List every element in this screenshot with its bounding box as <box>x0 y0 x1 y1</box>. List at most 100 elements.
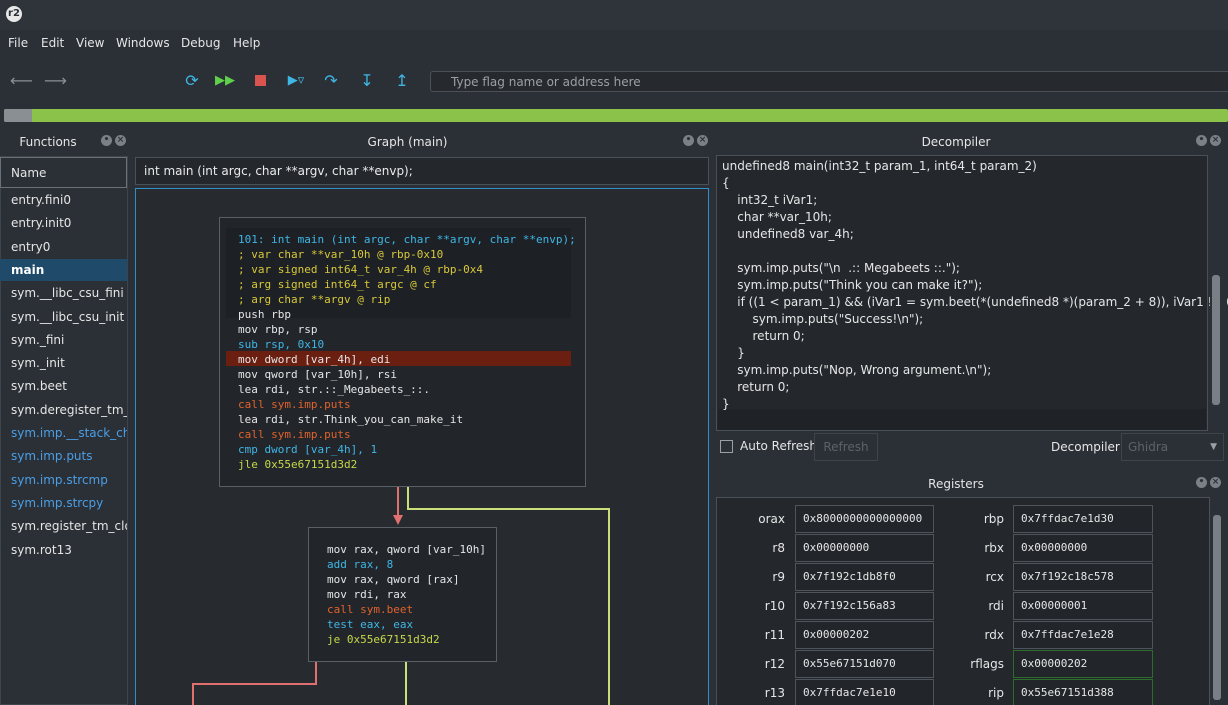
title-bar: r2 <box>0 0 1228 30</box>
function-item[interactable]: sym.beet <box>0 375 127 397</box>
function-item[interactable]: sym.imp.strcmp <box>0 469 127 491</box>
function-item[interactable]: sym.deregister_tm_c <box>0 399 127 421</box>
function-item[interactable]: sym.register_tm_clor <box>0 515 127 537</box>
asm-line: lea rdi, str.::_Megabeets_::. <box>238 383 431 396</box>
function-item[interactable]: sym.imp.puts <box>0 445 127 467</box>
close-icon[interactable]: × <box>1210 477 1221 488</box>
register-value-field[interactable]: 0x7ffdac7e1d30 <box>1013 505 1153 533</box>
flag-search-input[interactable] <box>431 72 1228 91</box>
step-into-icon[interactable]: ↧ <box>356 70 378 92</box>
function-item[interactable]: sym.imp.strcpy <box>0 492 127 514</box>
registers-panel-buttons: • × <box>1193 475 1221 489</box>
registers-panel: orax 0x8000000000000000 rbp 0x7ffdac7e1d30 r… <box>716 497 1210 705</box>
asm-line: ; arg signed int64_t argc @ cf <box>238 278 437 291</box>
decompiled-line: } <box>722 346 745 360</box>
decompiled-line: undefined8 var_4h; <box>722 227 854 241</box>
registers-panel-title: Registers <box>928 477 984 491</box>
menu-debug[interactable]: Debug <box>181 36 220 50</box>
asm-line: call sym.imp.puts <box>238 398 351 411</box>
menu-windows[interactable]: Windows <box>116 36 170 50</box>
decompiled-line: sym.imp.puts("Success!\n"); <box>722 312 924 326</box>
close-icon[interactable]: × <box>697 135 708 146</box>
register-value-field[interactable]: 0x7f192c156a83 <box>795 592 934 620</box>
forward-icon[interactable]: ⟶ <box>44 70 67 92</box>
menu-view[interactable]: View <box>76 36 104 50</box>
register-value-field[interactable]: 0x7f192c18c578 <box>1013 563 1153 591</box>
function-item[interactable]: entry.fini0 <box>0 189 127 211</box>
menu-edit[interactable]: Edit <box>41 36 64 50</box>
asm-line: ; var char **var_10h @ rbp-0x10 <box>238 248 444 261</box>
decompiler-select[interactable]: Ghidra ▼ <box>1121 433 1224 461</box>
function-item[interactable]: sym._init <box>0 352 127 374</box>
register-value-field[interactable]: 0x7ffdac7e1e28 <box>1013 621 1153 649</box>
float-icon[interactable]: • <box>683 135 694 146</box>
function-item[interactable]: sym._fini <box>0 329 127 351</box>
analysis-progress-bar <box>4 109 1228 122</box>
register-name: rflags <box>970 657 1004 671</box>
register-value-field[interactable]: 0x55e67151d070 <box>795 650 934 678</box>
register-value-field[interactable]: 0x00000001 <box>1013 592 1153 620</box>
register-name: rdi <box>988 599 1004 613</box>
continue-until-icon[interactable]: ▶▿ <box>285 70 307 92</box>
graph-block-check[interactable]: mov rax, qword [var_10h] add rax, 8 mov ra… <box>308 527 497 662</box>
graph-panel-buttons: • × <box>680 133 708 147</box>
function-item[interactable]: entry.init0 <box>0 212 127 234</box>
chevron-down-icon: ▼ <box>1210 442 1217 452</box>
asm-line: jle 0x55e67151d3d2 <box>238 458 358 471</box>
function-item[interactable]: sym.imp.__stack_chk <box>0 422 127 444</box>
graph-block-entry[interactable]: 101: int main (int argc, char **argv, ch… <box>219 217 586 487</box>
decompiled-line: sym.imp.puts("\n .:: Megabeets ::."); <box>722 261 960 275</box>
function-item[interactable]: main <box>0 258 127 281</box>
asm-line: mov rbp, rsp <box>238 323 318 336</box>
register-value-field[interactable]: 0x00000000 <box>795 534 934 562</box>
step-out-icon[interactable]: ↥ <box>391 70 413 92</box>
functions-column-header[interactable]: Name <box>0 157 127 188</box>
decompiled-line: int32_t iVar1; <box>722 193 818 207</box>
auto-refresh-checkbox[interactable] <box>720 440 733 453</box>
restart-icon[interactable]: ⟳ <box>181 70 203 92</box>
register-value-field[interactable]: 0x7ffdac7e1e10 <box>795 679 934 705</box>
decompiled-line: sym.imp.puts("Nop, Wrong argument.\n"); <box>722 363 992 377</box>
register-value-field[interactable]: 0x7f192c1db8f0 <box>795 563 934 591</box>
decompiler-scrollbar[interactable] <box>1210 155 1222 431</box>
decompiler-view[interactable]: undefined8 main(int32_t param_1, int64_t… <box>716 155 1228 431</box>
asm-line: 101: int main (int argc, char **argv, ch… <box>238 233 576 246</box>
float-icon[interactable]: • <box>101 135 112 146</box>
scrollbar-thumb[interactable] <box>1213 515 1221 700</box>
close-icon[interactable]: × <box>1210 135 1221 146</box>
function-item[interactable]: sym.rot13 <box>0 539 127 561</box>
step-over-icon[interactable]: ↷ <box>320 70 342 92</box>
decompiled-line: if ((1 < param_1) && (iVar1 = sym.beet(*… <box>722 295 1228 309</box>
float-icon[interactable]: • <box>1196 135 1207 146</box>
continue-icon[interactable]: ▶▶ <box>214 70 236 92</box>
edge-arrow <box>393 515 403 525</box>
register-value-field[interactable]: 0x00000000 <box>1013 534 1153 562</box>
menu-bar: File Edit View Windows Debug Help <box>0 30 1228 56</box>
function-item[interactable]: entry0 <box>0 236 127 258</box>
scrollbar-thumb[interactable] <box>1212 275 1220 405</box>
progress-start-segment <box>4 109 32 122</box>
asm-line: lea rdi, str.Think_you_can_make_it <box>238 413 464 426</box>
decompiled-line: } <box>722 397 730 411</box>
register-value-field[interactable]: 0x00000202 <box>795 621 934 649</box>
stop-icon[interactable] <box>249 70 271 92</box>
registers-scrollbar[interactable] <box>1212 497 1222 705</box>
menu-file[interactable]: File <box>8 36 28 50</box>
function-item[interactable]: sym.__libc_csu_init <box>0 306 127 328</box>
register-value-field[interactable]: 0x8000000000000000 <box>795 505 934 533</box>
refresh-button[interactable]: Refresh <box>814 433 878 461</box>
search-box <box>430 71 1228 92</box>
float-icon[interactable]: • <box>1196 477 1207 488</box>
register-value-field[interactable]: 0x00000202 <box>1013 650 1153 678</box>
decompiler-panel-buttons: • × <box>1193 133 1221 147</box>
decompiled-line: return 0; <box>722 329 805 343</box>
register-name: rcx <box>985 570 1004 584</box>
register-value-field[interactable]: 0x55e67151d388 <box>1013 679 1153 705</box>
graph-canvas[interactable]: 101: int main (int argc, char **argv, ch… <box>135 188 709 705</box>
function-item[interactable]: sym.__libc_csu_fini <box>0 282 127 304</box>
asm-line: ; arg char **argv @ rip <box>238 293 391 306</box>
close-icon[interactable]: × <box>115 135 126 146</box>
back-icon[interactable]: ⟵ <box>10 70 33 92</box>
asm-line: je 0x55e67151d3d2 <box>327 633 440 646</box>
menu-help[interactable]: Help <box>233 36 260 50</box>
